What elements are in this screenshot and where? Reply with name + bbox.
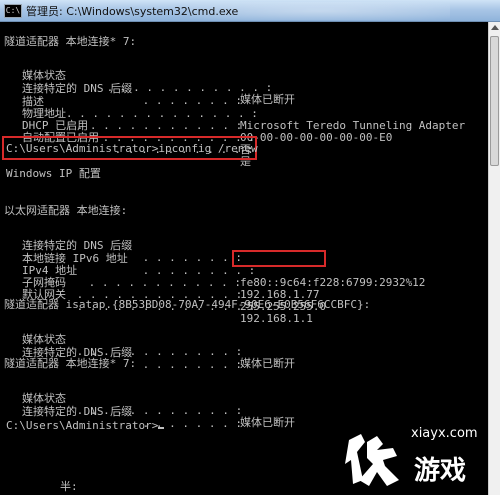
command-line: C:\Users\Administrator>ipconfig /renew bbox=[6, 142, 258, 155]
field-label: 连接特定的 DNS 后缀 bbox=[22, 405, 133, 418]
prompt-text: C:\Users\Administrator> bbox=[6, 419, 159, 432]
watermark-domain: xiayx.com bbox=[411, 426, 478, 441]
cmd-icon[interactable]: C:\ bbox=[4, 4, 22, 18]
teredo-adapter-header-2: 隧道适配器 本地连接* 7: bbox=[4, 357, 137, 370]
watermark-logo-icon bbox=[345, 434, 399, 486]
teredo-adapter-header: 隧道适配器 本地连接* 7: bbox=[4, 35, 137, 48]
isatap-adapter-header: 隧道适配器 isatap.{8B53BD08-70A7-494F-90E6-E0… bbox=[4, 298, 371, 311]
window-title: 管理员: C:\Windows\system32\cmd.exe bbox=[26, 5, 239, 18]
text-cursor bbox=[158, 427, 165, 429]
ethernet-adapter-header: 以太网适配器 本地连接: bbox=[4, 204, 128, 217]
window-title-bar[interactable]: C:\ 管理员: C:\Windows\system32\cmd.exe bbox=[0, 0, 500, 22]
watermark-game-text: 游戏 bbox=[414, 456, 467, 486]
windows-ip-config: Windows IP 配置 bbox=[6, 167, 101, 180]
scroll-up-arrow-icon[interactable] bbox=[491, 25, 499, 30]
partial-bottom-text: 半: bbox=[60, 480, 78, 493]
